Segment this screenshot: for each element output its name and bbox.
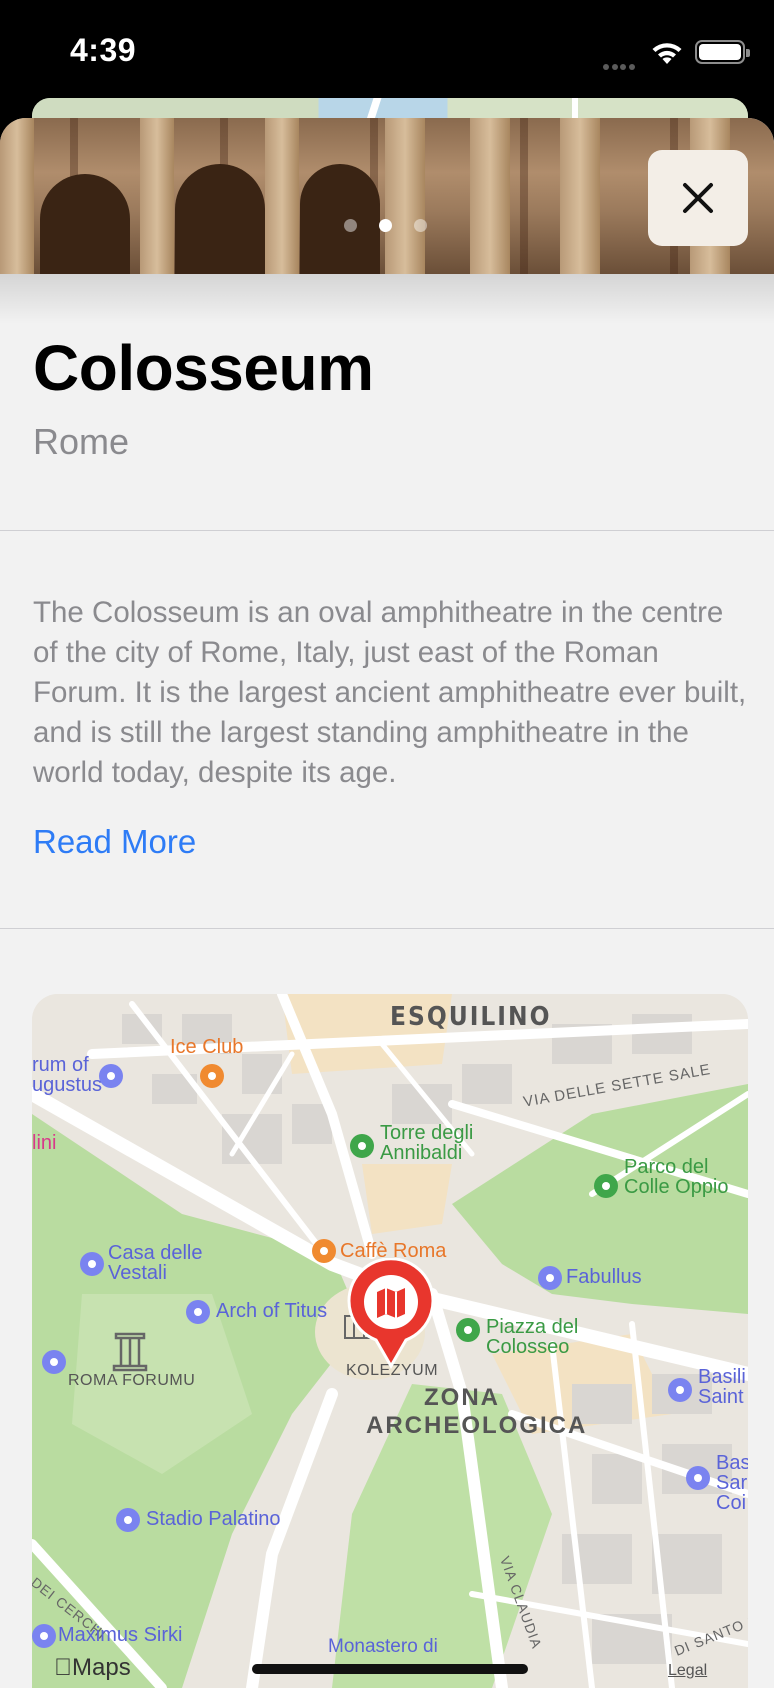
poi-marker[interactable]	[668, 1378, 692, 1402]
divider	[0, 928, 774, 929]
poi-marker[interactable]	[686, 1466, 710, 1490]
poi-marker[interactable]	[42, 1350, 66, 1374]
location-pin-icon[interactable]	[346, 1258, 436, 1370]
location-map[interactable]: ESQUILINO Ice Club rum of ugustus lini V…	[32, 994, 748, 1688]
status-bar: 4:39	[0, 0, 774, 110]
place-city: Rome	[33, 421, 130, 462]
map-label-stadio: Stadio Palatino	[146, 1508, 281, 1530]
page-dot[interactable]	[414, 219, 427, 233]
poi-marker[interactable]	[350, 1134, 374, 1158]
map-label-piazza: Colosseo	[486, 1336, 570, 1358]
poi-marker[interactable]	[186, 1300, 210, 1324]
page-dot-active[interactable]	[379, 219, 392, 233]
map-label-ice-club: Ice Club	[170, 1036, 244, 1058]
page-dot[interactable]	[344, 219, 357, 233]
apple-logo-icon: 	[54, 1654, 72, 1681]
read-more-link[interactable]: Read More	[33, 823, 196, 861]
poi-marker[interactable]	[456, 1318, 480, 1342]
map-label-casa: Vestali	[108, 1262, 167, 1284]
map-label-forum-augustus: ugustus	[32, 1074, 103, 1096]
poi-marker[interactable]	[99, 1064, 123, 1088]
gallery-page-indicator[interactable]	[344, 217, 449, 233]
place-title: Colosseum	[33, 332, 374, 404]
wifi-icon	[652, 43, 682, 64]
poi-marker[interactable]	[200, 1064, 224, 1088]
close-button[interactable]	[648, 150, 748, 246]
map-label-basilica: Saint	[698, 1386, 744, 1408]
maps-logo-text: Maps	[54, 1654, 131, 1681]
map-label-fabullus: Fabullus	[566, 1266, 642, 1288]
map-label-maximus: Maximus Sirki	[58, 1624, 183, 1646]
home-indicator[interactable]	[252, 1664, 528, 1674]
map-label-archeologica: ARCHEOLOGICA	[366, 1412, 588, 1439]
map-label-basilica-2: Coi	[716, 1492, 747, 1514]
cellular-signal-icon	[603, 57, 643, 70]
map-label-parco: Colle Oppio	[624, 1176, 729, 1198]
battery-icon	[695, 40, 750, 64]
hero-shadow	[0, 274, 774, 324]
legal-link[interactable]: Legal	[668, 1662, 707, 1680]
map-label-zona: ZONA	[424, 1384, 500, 1411]
apple-maps-logo[interactable]: Maps	[54, 1654, 131, 1682]
place-detail-sheet[interactable]: Colosseum Rome The Colosseum is an oval …	[0, 118, 774, 1688]
map-label-roman-forum: ROMA FORUMU	[68, 1372, 196, 1389]
poi-marker[interactable]	[538, 1266, 562, 1290]
poi-marker[interactable]	[116, 1508, 140, 1532]
map-label-district: ESQUILINO	[390, 1002, 552, 1032]
poi-marker[interactable]	[594, 1174, 618, 1198]
poi-marker[interactable]	[80, 1252, 104, 1276]
map-label-arch-titus: Arch of Titus	[216, 1300, 328, 1322]
divider	[0, 530, 774, 531]
map-label-monastero: Monastero di	[328, 1636, 438, 1657]
poi-marker[interactable]	[312, 1239, 336, 1263]
close-icon	[683, 183, 713, 213]
poi-marker[interactable]	[32, 1624, 56, 1648]
place-description: The Colosseum is an oval amphitheatre in…	[33, 596, 747, 789]
photo-gallery[interactable]	[0, 118, 774, 274]
map-label-torre: Annibaldi	[380, 1142, 463, 1164]
status-time: 4:39	[70, 32, 137, 68]
map-label-poi: lini	[32, 1132, 57, 1154]
